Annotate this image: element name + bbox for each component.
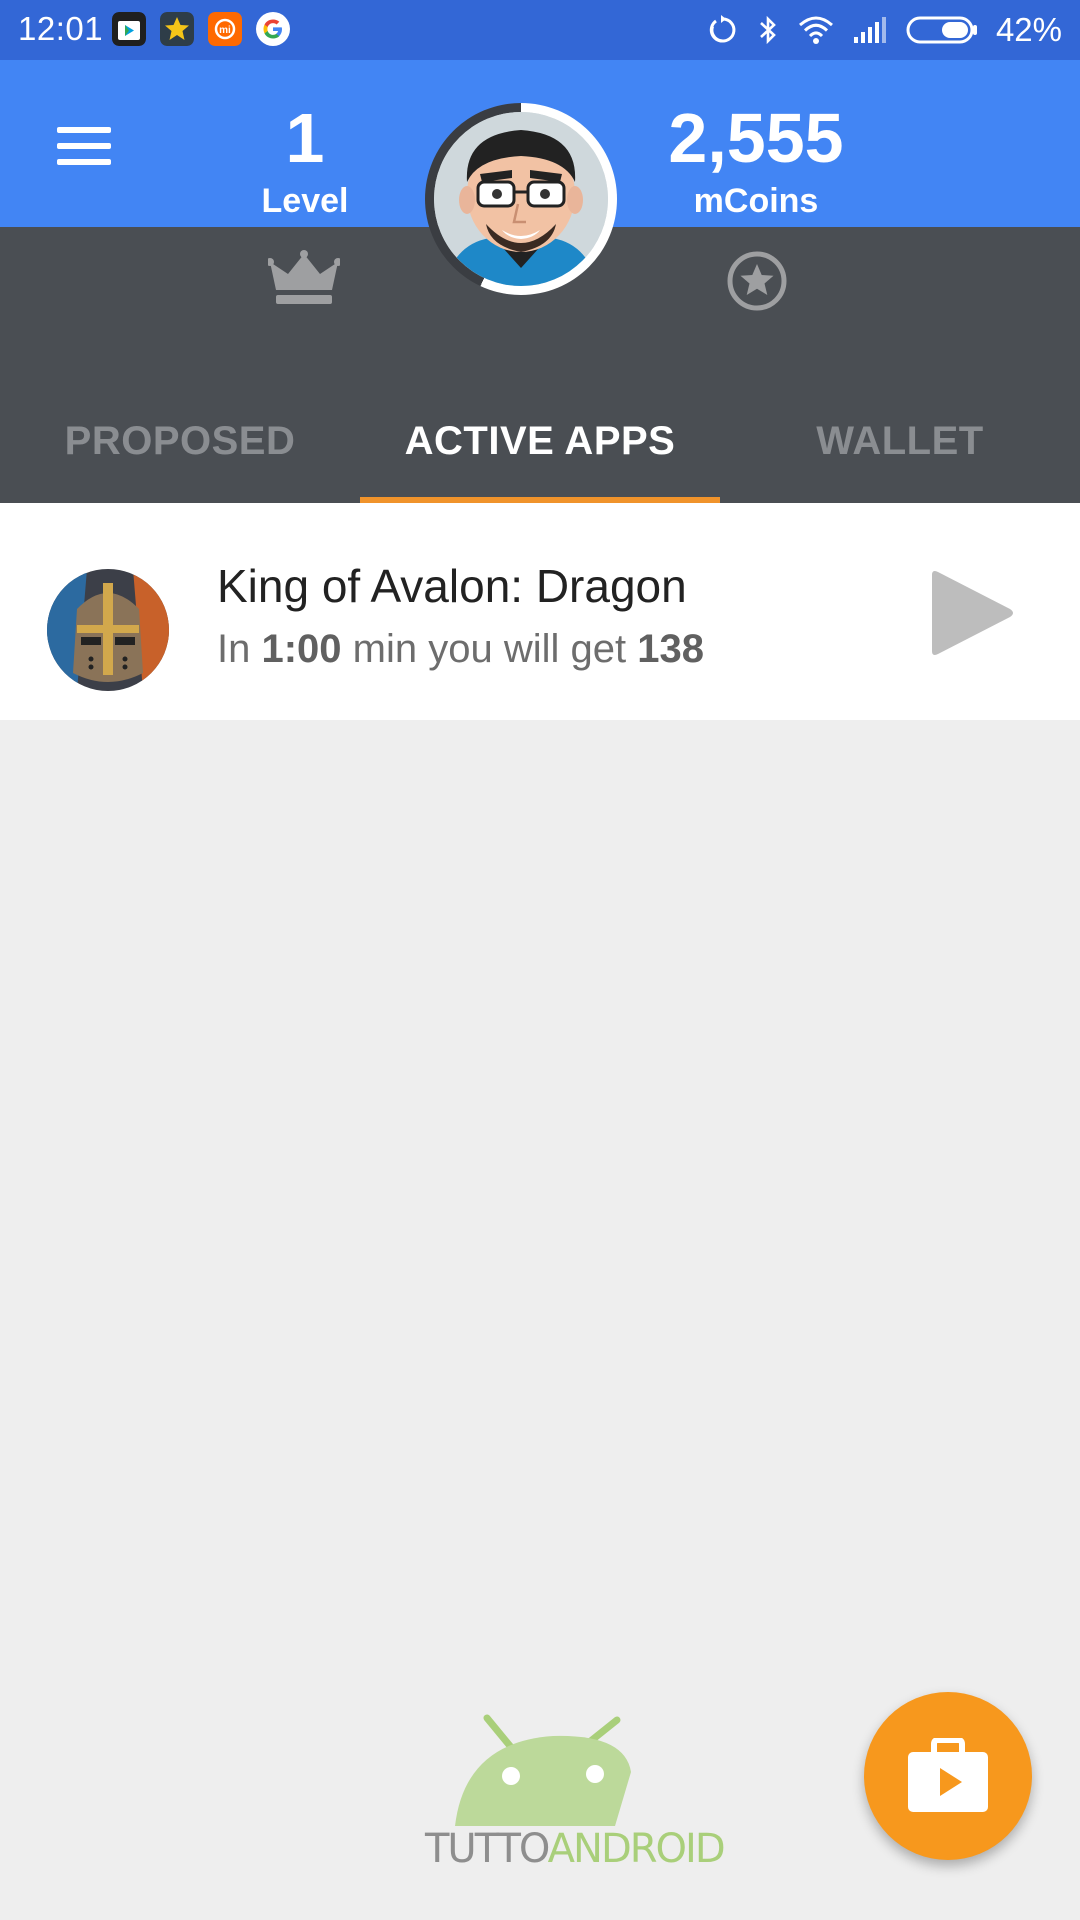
coins-label: mCoins — [693, 182, 819, 220]
status-bar: 12:01 mi 42% — [0, 0, 1080, 60]
app-reward-info: In 1:00 min you will get 138 — [217, 627, 704, 671]
sync-icon — [709, 15, 736, 43]
star-badge-icon[interactable] — [726, 250, 788, 312]
tab-wallet[interactable]: WALLET — [720, 380, 1080, 503]
app-icon — [47, 569, 169, 691]
level-progress-ring — [425, 103, 617, 295]
crown-icon[interactable] — [268, 250, 340, 308]
store-fab-button[interactable] — [864, 1692, 1032, 1860]
battery-percent: 42% — [995, 11, 1062, 48]
google-icon — [256, 12, 290, 46]
play-store-icon — [112, 12, 146, 46]
mi-icon: mi — [208, 12, 242, 46]
active-apps-list: King of Avalon: Dragon In 1:00 min you w… — [0, 503, 1080, 720]
knight-helmet-icon — [47, 569, 169, 691]
wifi-icon — [798, 16, 833, 44]
app-time-remaining: 1:00 — [261, 627, 342, 671]
status-time: 12:01 — [18, 10, 104, 47]
star-app-icon — [160, 12, 194, 46]
signal-icon — [853, 17, 886, 43]
tab-active-apps[interactable]: ACTIVE APPS — [360, 380, 720, 503]
play-button[interactable] — [920, 563, 1020, 663]
svg-text:mi: mi — [219, 25, 231, 36]
avatar-cartoon-icon — [434, 112, 608, 286]
level-value: 1 — [285, 99, 325, 177]
watermark: TUTTOANDROID — [425, 1712, 726, 1872]
app-reward-amount: 138 — [637, 627, 704, 671]
list-item[interactable]: King of Avalon: Dragon In 1:00 min you w… — [0, 503, 1080, 720]
level-label: Level — [261, 182, 349, 220]
battery-icon — [906, 16, 977, 44]
tab-bar: PROPOSED ACTIVE APPS WALLET — [0, 380, 1080, 503]
menu-button[interactable] — [50, 115, 118, 175]
avatar[interactable] — [434, 112, 608, 286]
android-logo-icon — [455, 1714, 631, 1826]
tab-proposed[interactable]: PROPOSED — [0, 380, 360, 503]
shopping-bag-play-icon — [908, 1738, 988, 1812]
coins-value: 2,555 — [668, 99, 844, 177]
app-title: King of Avalon: Dragon — [217, 560, 687, 612]
bluetooth-icon — [760, 15, 776, 45]
watermark-text: TUTTOANDROID — [425, 1826, 726, 1872]
